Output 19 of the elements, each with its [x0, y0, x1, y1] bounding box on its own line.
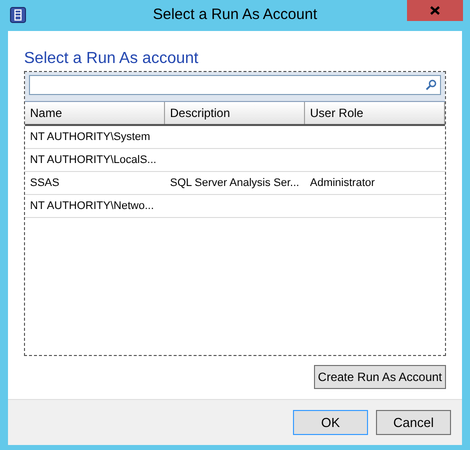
table-cell-text: NT AUTHORITY\System	[30, 130, 150, 145]
close-button[interactable]	[407, 0, 463, 21]
table-cell-text: SQL Server Analysis Ser...	[170, 176, 300, 191]
column-header[interactable]: Description	[165, 102, 305, 124]
column-header[interactable]: User Role	[305, 102, 445, 124]
search-icon	[425, 79, 437, 91]
window-app-icon	[10, 7, 26, 23]
table-cell-text: Administrator	[310, 176, 375, 191]
table-cell-text: SSAS	[30, 176, 60, 191]
section-heading: Select a Run As account	[24, 49, 200, 69]
table-cell-text: NT AUTHORITY\LocalS...	[30, 152, 156, 168]
close-icon	[430, 6, 440, 15]
window-title: Select a Run As Account	[152, 5, 318, 26]
table-cell-text: NT AUTHORITY\Netwo...	[30, 198, 154, 214]
column-header[interactable]: Name	[25, 102, 165, 124]
search-field[interactable]	[29, 75, 441, 95]
dialog-button[interactable]: Cancel	[376, 410, 451, 435]
create-account-button[interactable]: Create Run As Account	[314, 365, 446, 389]
dialog-button[interactable]: OK	[293, 410, 368, 435]
